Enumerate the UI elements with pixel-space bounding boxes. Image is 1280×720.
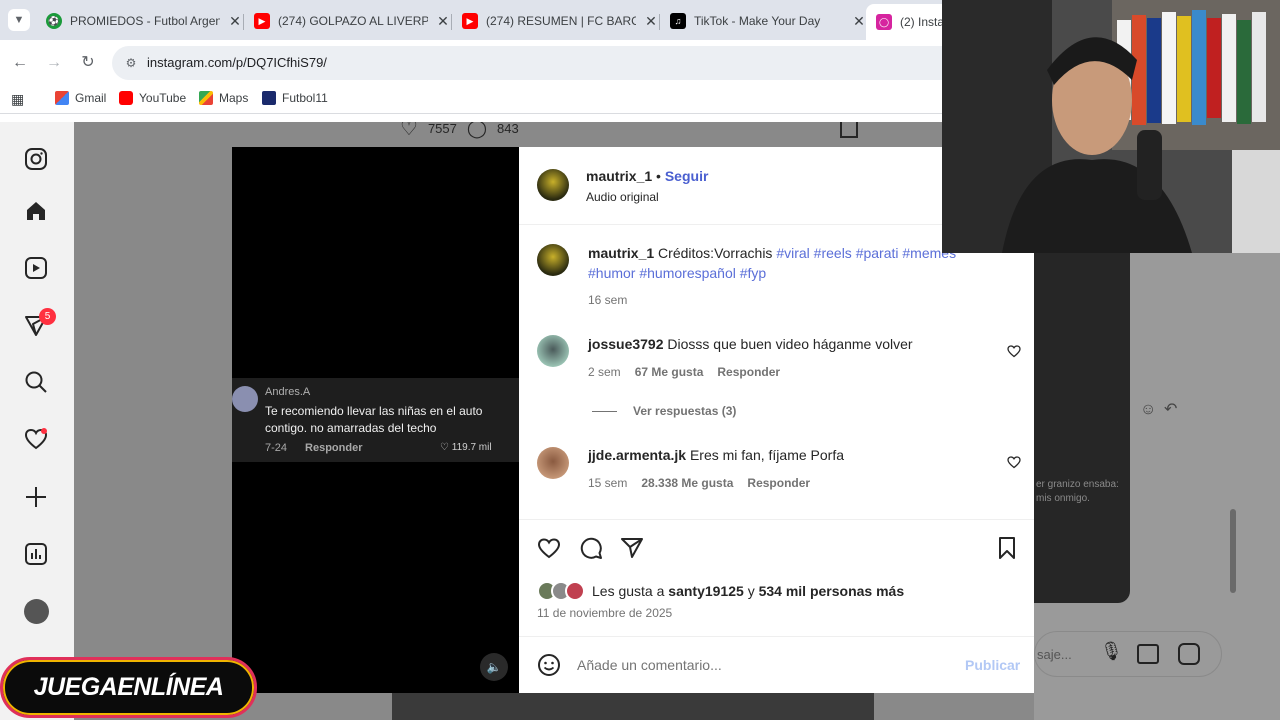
tab-promiedos[interactable]: ⚽ PROMIEDOS - Futbol Argentino ✕ [36, 6, 242, 36]
close-tab-icon[interactable]: ✕ [644, 13, 658, 30]
tab-resumen[interactable]: ▶ (274) RESUMEN | FC BARCELONA ✕ [452, 6, 658, 36]
comment-like-icon[interactable] [1007, 344, 1021, 358]
comment-icon[interactable] [579, 536, 603, 560]
input-divider [519, 636, 1034, 637]
comment-like-icon[interactable] [1007, 455, 1021, 469]
feed-action-row: ♡ 7557 ◯ 843 [400, 122, 519, 141]
microphone-icon[interactable]: 🎙 [1100, 641, 1123, 662]
tab-tiktok[interactable]: ♫ TikTok - Make Your Day ✕ [660, 6, 866, 36]
profile-avatar[interactable] [24, 599, 49, 624]
back-icon[interactable]: ← [9, 52, 31, 74]
comment-avatar[interactable] [537, 335, 569, 367]
author-avatar[interactable] [537, 169, 569, 201]
save-bookmark-icon[interactable] [995, 536, 1019, 560]
bookmark-icon[interactable] [840, 122, 858, 138]
likes-summary: Les gusta a santy19125 y 534 mil persona… [592, 583, 905, 599]
bookmark-maps[interactable]: Maps [199, 91, 248, 105]
caption: mautrix_1 Créditos:Vorrachis #viral #ree… [588, 245, 957, 281]
reels-icon[interactable] [23, 255, 49, 281]
view-replies[interactable]: Ver respuestas (3) [592, 404, 736, 418]
like-heart-icon[interactable] [537, 536, 561, 560]
notifications-badge: 5 [39, 308, 56, 325]
heart-outline-icon: ♡ [440, 442, 452, 453]
overlay-avatar [232, 386, 258, 412]
webcam-overlay [942, 0, 1280, 253]
tab-search-button[interactable]: ▼ [8, 9, 30, 31]
search-icon[interactable] [23, 369, 49, 395]
bookmark-gmail[interactable]: Gmail [55, 91, 106, 105]
image-icon[interactable] [1137, 644, 1159, 664]
reload-icon[interactable]: ↻ [77, 52, 99, 74]
webcam-scene [942, 0, 1280, 253]
scrollbar[interactable] [1230, 509, 1236, 593]
comment: jossue3792 Diosss que buen video háganme… [588, 336, 913, 352]
gmail-icon [55, 91, 69, 105]
follow-button[interactable]: Seguir [665, 168, 709, 184]
share-icon[interactable] [620, 536, 644, 560]
forward-icon[interactable]: → [43, 52, 65, 74]
apps-icon[interactable]: ▦ [11, 91, 24, 108]
emoji-icon[interactable] [537, 653, 561, 677]
heart-icon[interactable]: ♡ [400, 122, 418, 141]
url-text[interactable]: instagram.com/p/DQ7ICfhiS79/ [147, 55, 327, 70]
soccer-ball-icon: ⚽ [46, 13, 62, 29]
create-plus-icon[interactable] [23, 484, 49, 510]
actions-divider [519, 519, 1034, 520]
youtube-icon: ▶ [462, 13, 478, 29]
reply-icon[interactable]: ↶ [1164, 399, 1177, 419]
liker-avatars[interactable] [537, 581, 589, 601]
comment-icon[interactable]: ◯ [467, 122, 487, 139]
chat-image: er granizo ensaba: mis onmigo. [1034, 253, 1130, 603]
close-tab-icon[interactable]: ✕ [852, 13, 866, 30]
emoji-icon[interactable]: ☺ [1140, 401, 1156, 419]
video-comment-overlay: Andres.A Te recomiendo llevar las niñas … [232, 378, 519, 462]
youtube-icon: ▶ [254, 13, 270, 29]
bookmark-youtube[interactable]: YouTube [119, 91, 186, 105]
comment: jjde.armenta.jk Eres mi fan, fíjame Porf… [588, 447, 844, 463]
caption-avatar[interactable] [537, 244, 569, 276]
youtube-icon [119, 91, 133, 105]
instagram-icon: ◯ [876, 14, 892, 30]
tab-golpazo[interactable]: ▶ (274) GOLPAZO AL LIVERPOOL ✕ [244, 6, 450, 36]
author-username[interactable]: mautrix_1 [586, 168, 652, 184]
home-icon[interactable] [23, 198, 49, 224]
maps-icon [199, 91, 213, 105]
publish-button[interactable]: Publicar [965, 657, 1020, 673]
comment-input[interactable] [577, 654, 947, 676]
post-date[interactable]: 11 de noviembre de 2025 [537, 606, 672, 620]
futbol11-icon [262, 91, 276, 105]
feed-video-bg [392, 693, 874, 720]
comment-avatar[interactable] [537, 447, 569, 479]
chat-panel-bg: er granizo ensaba: mis onmigo. ☺ ↶ saje.… [1034, 253, 1280, 720]
brand-logo: JUEGAENLÍNEA [0, 657, 257, 718]
sticker-icon[interactable] [1178, 643, 1200, 665]
site-settings-icon[interactable]: ⚙ [122, 54, 140, 72]
instagram-sidebar: 5 [0, 122, 74, 720]
audio-label[interactable]: Audio original [586, 190, 659, 204]
close-tab-icon[interactable]: ✕ [436, 13, 450, 30]
bookmark-futbol11[interactable]: Futbol11 [262, 91, 328, 105]
volume-icon[interactable]: 🔈 [480, 653, 508, 681]
reel-video[interactable]: Andres.A Te recomiendo llevar las niñas … [232, 147, 519, 693]
dashboard-icon[interactable] [23, 541, 49, 567]
notifications-heart-icon[interactable] [23, 426, 49, 452]
close-tab-icon[interactable]: ✕ [228, 13, 242, 30]
instagram-logo-icon[interactable] [23, 146, 49, 172]
tiktok-icon: ♫ [670, 13, 686, 29]
